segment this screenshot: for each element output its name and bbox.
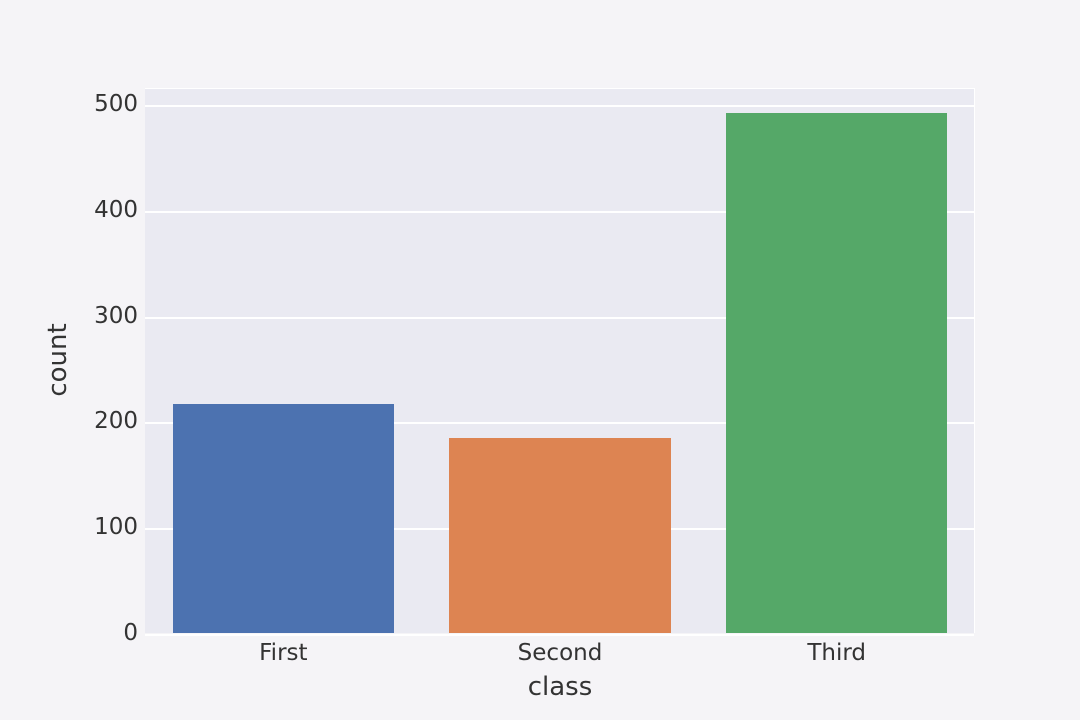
bar-first	[173, 404, 394, 633]
bar-second	[449, 438, 670, 633]
y-tick-label: 0	[78, 620, 138, 646]
x-tick-label: Second	[518, 640, 603, 666]
x-tick-label: First	[259, 640, 307, 666]
y-tick-label: 100	[78, 514, 138, 540]
grid-line	[145, 634, 974, 636]
y-tick-label: 300	[78, 303, 138, 329]
y-axis-label: count	[43, 323, 73, 396]
x-axis-label: class	[528, 672, 593, 702]
y-tick-label: 200	[78, 408, 138, 434]
chart-frame: 0100200300400500 FirstSecondThird count …	[0, 0, 1080, 720]
bar-third	[726, 113, 947, 633]
y-tick-label: 400	[78, 197, 138, 223]
plot-area	[145, 88, 975, 633]
y-tick-label: 500	[78, 91, 138, 117]
grid-line	[145, 105, 974, 107]
x-tick-label: Third	[807, 640, 866, 666]
